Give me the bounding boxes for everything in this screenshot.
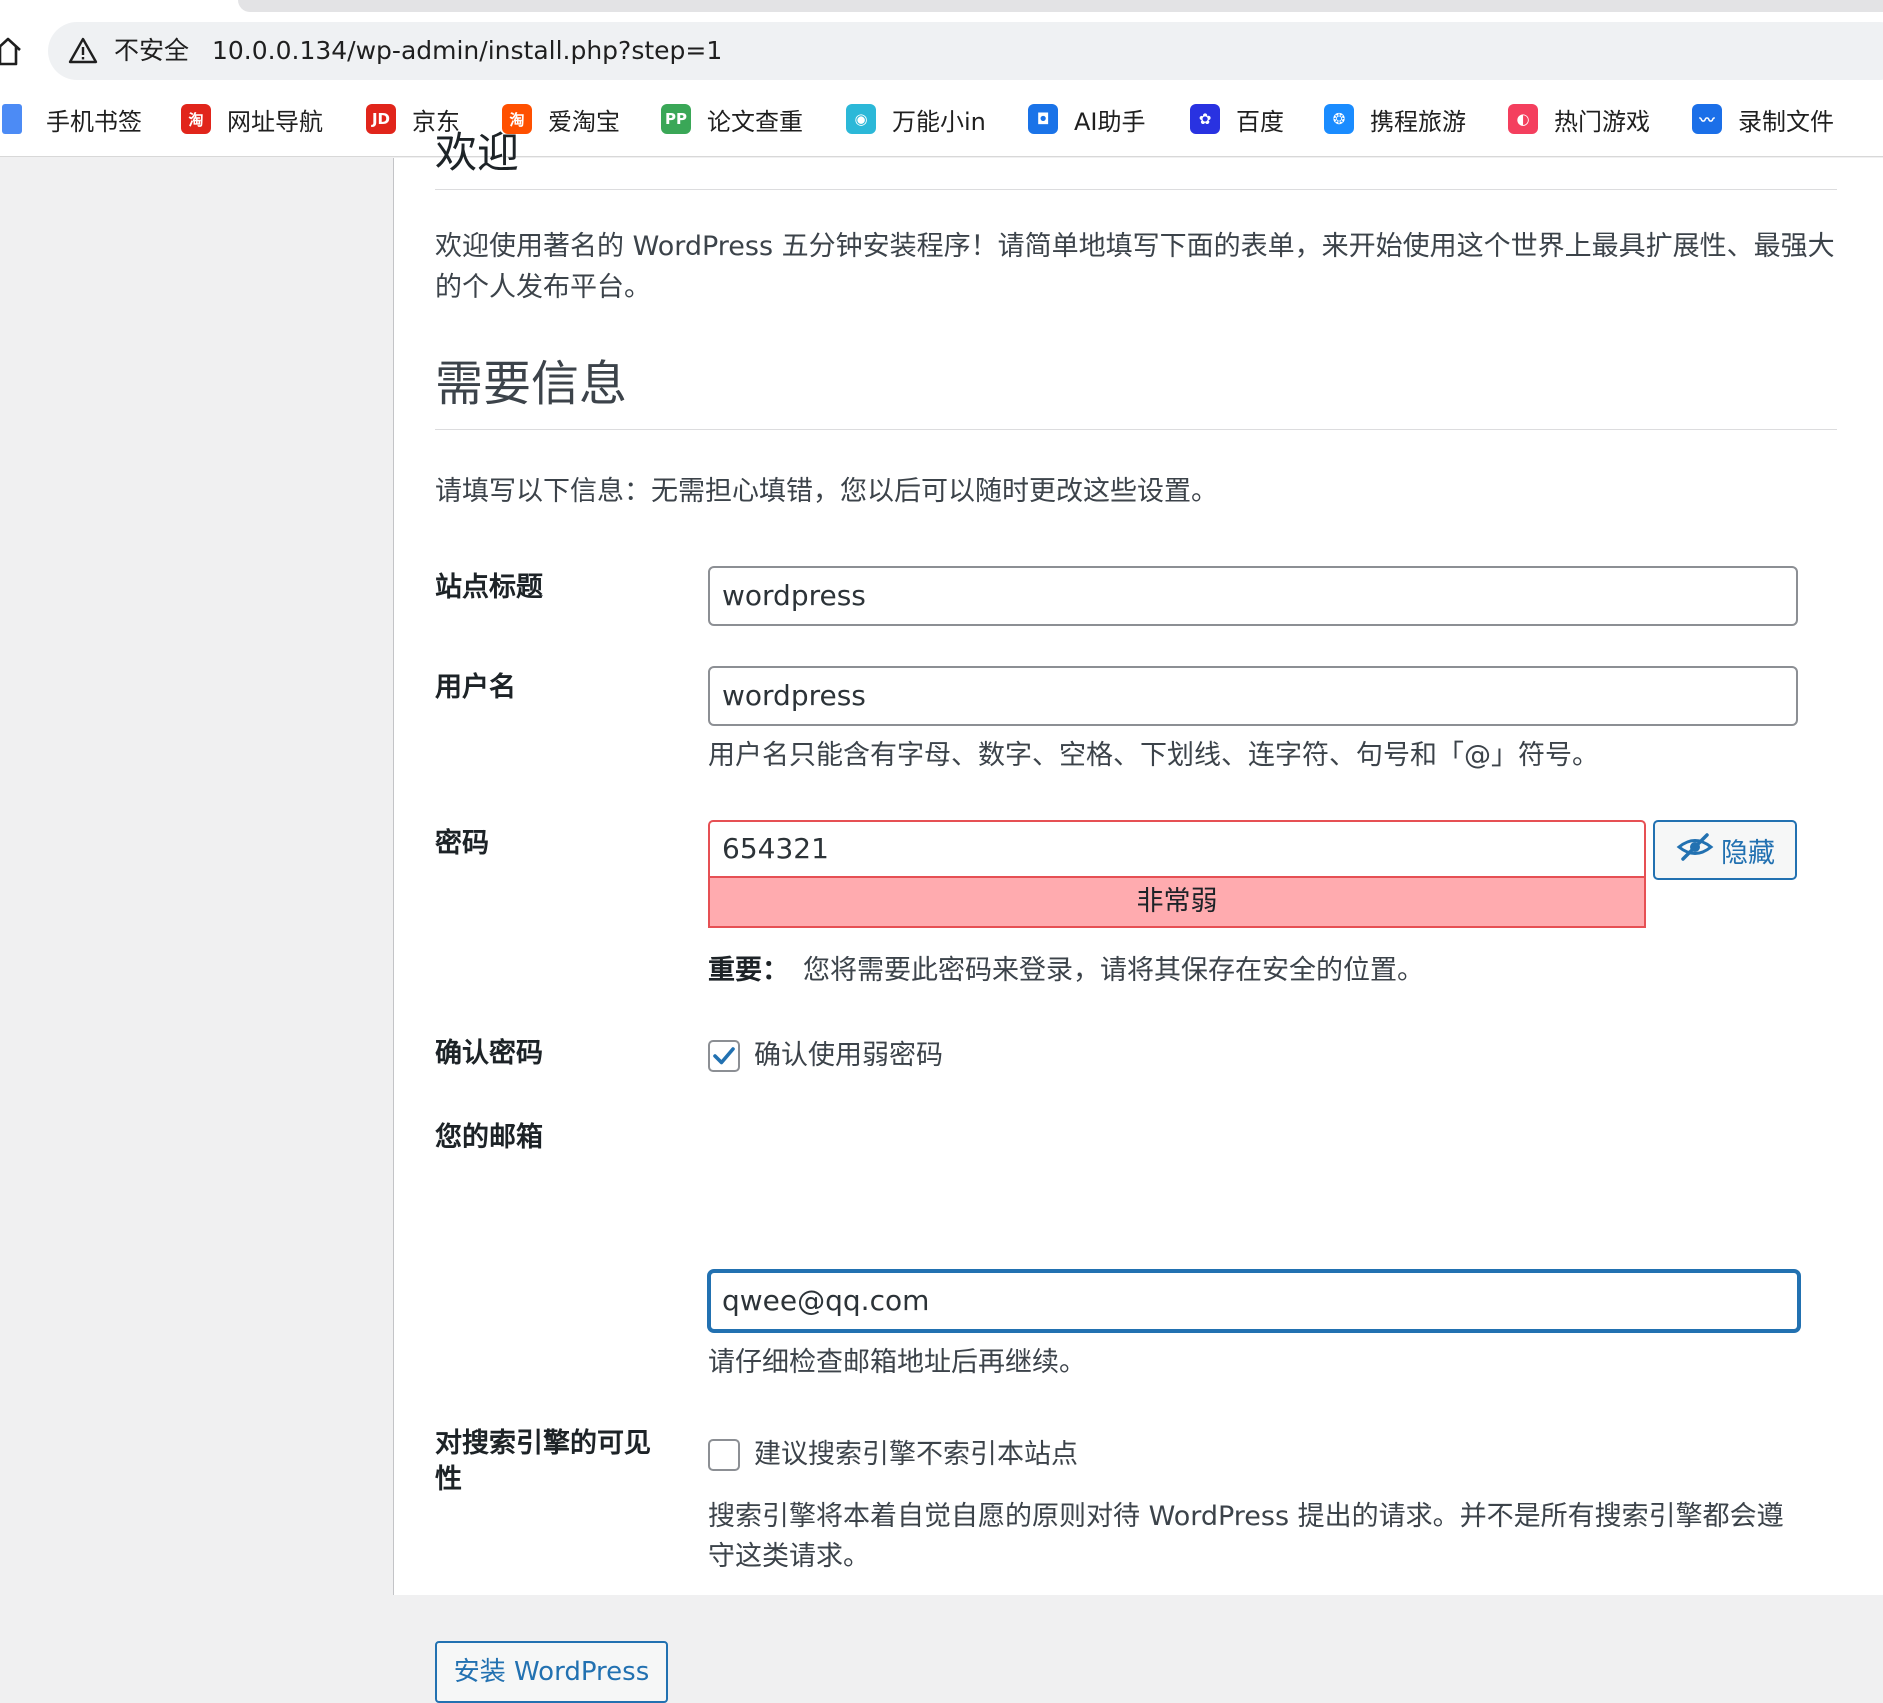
- game-icon: ◐: [1508, 104, 1538, 134]
- install-wordpress-button[interactable]: 安装 WordPress: [435, 1641, 668, 1703]
- welcome-heading: 欢迎: [435, 128, 520, 177]
- username-hint: 用户名只能含有字母、数字、空格、下划线、连字符、句号和「@」符号。: [708, 740, 1599, 771]
- bookmark-label: 手机书签: [46, 107, 142, 136]
- confirm-password-label: 确认密码: [435, 1038, 543, 1069]
- ai-assistant-icon: ◘: [1028, 104, 1058, 134]
- robot-icon: ◉: [846, 104, 876, 134]
- eye-slash-icon: [1675, 832, 1715, 869]
- password-strength-indicator: 非常弱: [708, 878, 1646, 928]
- record-files-icon: 〰: [1692, 104, 1722, 134]
- bookmark-item[interactable]: 〰录制文件: [1692, 96, 1834, 142]
- hide-password-label: 隐藏: [1721, 837, 1775, 869]
- confirm-weak-password-label[interactable]: 确认使用弱密码: [754, 1038, 943, 1074]
- divider: [435, 429, 1837, 430]
- bookmark-label: 百度: [1236, 107, 1284, 136]
- bookmark-label: 论文查重: [707, 107, 803, 136]
- confirm-weak-password-checkbox[interactable]: [708, 1040, 740, 1072]
- bookmark-label: 携程旅游: [1370, 107, 1466, 136]
- bookmark-item[interactable]: ✿ 百度: [1190, 96, 1284, 142]
- paper-check-icon: PP: [661, 104, 691, 134]
- site-title-label: 站点标题: [435, 572, 543, 603]
- discourage-search-checkbox[interactable]: [708, 1439, 740, 1471]
- info-intro: 请填写以下信息：无需担心填错，您以后可以随时更改这些设置。: [435, 476, 1218, 507]
- bookmark-label: AI助手: [1074, 107, 1146, 136]
- jd-icon: JD: [366, 104, 396, 134]
- address-bar[interactable]: 不安全 10.0.0.134/wp-admin/install.php?step…: [48, 22, 1883, 80]
- baidu-paw-icon: ✿: [1190, 104, 1220, 134]
- email-label: 您的邮箱: [435, 1122, 543, 1153]
- ctrip-dolphin-icon: ❂: [1324, 104, 1354, 134]
- username-label: 用户名: [435, 672, 516, 703]
- username-input[interactable]: wordpress: [708, 666, 1798, 726]
- home-icon[interactable]: [0, 34, 24, 68]
- bookmark-item[interactable]: PP 论文查重: [661, 96, 803, 142]
- info-heading: 需要信息: [435, 356, 628, 412]
- bookmark-label: 万能小in: [892, 107, 986, 136]
- mobile-bookmark-icon: [2, 104, 22, 134]
- bookmark-item[interactable]: ◐ 热门游戏: [1508, 96, 1650, 142]
- bookmark-item[interactable]: ◘ AI助手: [1028, 96, 1146, 142]
- search-visibility-hint: 搜索引擎将本着自觉自愿的原则对待 WordPress 提出的请求。并不是所有搜索…: [708, 1501, 1784, 1572]
- bookmark-label: 热门游戏: [1554, 107, 1650, 136]
- bookmark-item[interactable]: ◉ 万能小in: [846, 96, 986, 142]
- bookmark-label: 录制文件: [1738, 107, 1834, 136]
- bookmark-label: 网址导航: [227, 107, 323, 136]
- bookmark-item[interactable]: 手机书签: [2, 96, 142, 142]
- email-hint: 请仔细检查邮箱地址后再继续。: [708, 1347, 1086, 1378]
- search-visibility-label: 对搜索引擎的可见性: [435, 1428, 651, 1495]
- tab-strip: [238, 0, 1883, 12]
- important-label: 重要：: [708, 955, 789, 986]
- password-important-note: 重要： 您将需要此密码来登录，请将其保存在安全的位置。: [708, 951, 1424, 991]
- important-text: 您将需要此密码来登录，请将其保存在安全的位置。: [803, 955, 1424, 986]
- bookmark-label: 爱淘宝: [548, 107, 620, 136]
- warning-icon[interactable]: [68, 36, 98, 66]
- welcome-text: 欢迎使用著名的 WordPress 五分钟安装程序！请简单地填写下面的表单，来开…: [435, 231, 1835, 303]
- bookmark-item[interactable]: 淘爱淘宝: [502, 96, 620, 142]
- page-background: 欢迎 欢迎使用著名的 WordPress 五分钟安装程序！请简单地填写下面的表单…: [0, 128, 1883, 1703]
- bookmark-item[interactable]: 淘网址导航: [181, 96, 323, 142]
- install-form-card: 欢迎 欢迎使用著名的 WordPress 五分钟安装程序！请简单地填写下面的表单…: [393, 128, 1883, 1703]
- checkmark-icon: [713, 1047, 735, 1065]
- web-nav-icon: 淘: [181, 104, 211, 134]
- site-title-input[interactable]: wordpress: [708, 566, 1798, 626]
- email-input[interactable]: qwee@qq.com: [708, 1270, 1800, 1332]
- password-label: 密码: [435, 828, 489, 859]
- security-status[interactable]: 不安全: [114, 36, 189, 66]
- url-text[interactable]: 10.0.0.134/wp-admin/install.php?step=1: [212, 36, 722, 66]
- bookmark-item[interactable]: ❂ 携程旅游: [1324, 96, 1466, 142]
- password-input[interactable]: 654321: [708, 820, 1646, 878]
- discourage-search-label[interactable]: 建议搜索引擎不索引本站点: [754, 1437, 1078, 1473]
- hide-password-button[interactable]: 隐藏: [1653, 820, 1797, 880]
- divider: [435, 189, 1837, 190]
- browser-toolbar: 不安全 10.0.0.134/wp-admin/install.php?step…: [0, 0, 1883, 157]
- bookmarks-bar: 手机书签淘网址导航 JD 京东淘爱淘宝 PP 论文查重 ◉ 万能小in ◘ AI助手 ✿ 百度 ❂ 携程…: [0, 96, 1883, 142]
